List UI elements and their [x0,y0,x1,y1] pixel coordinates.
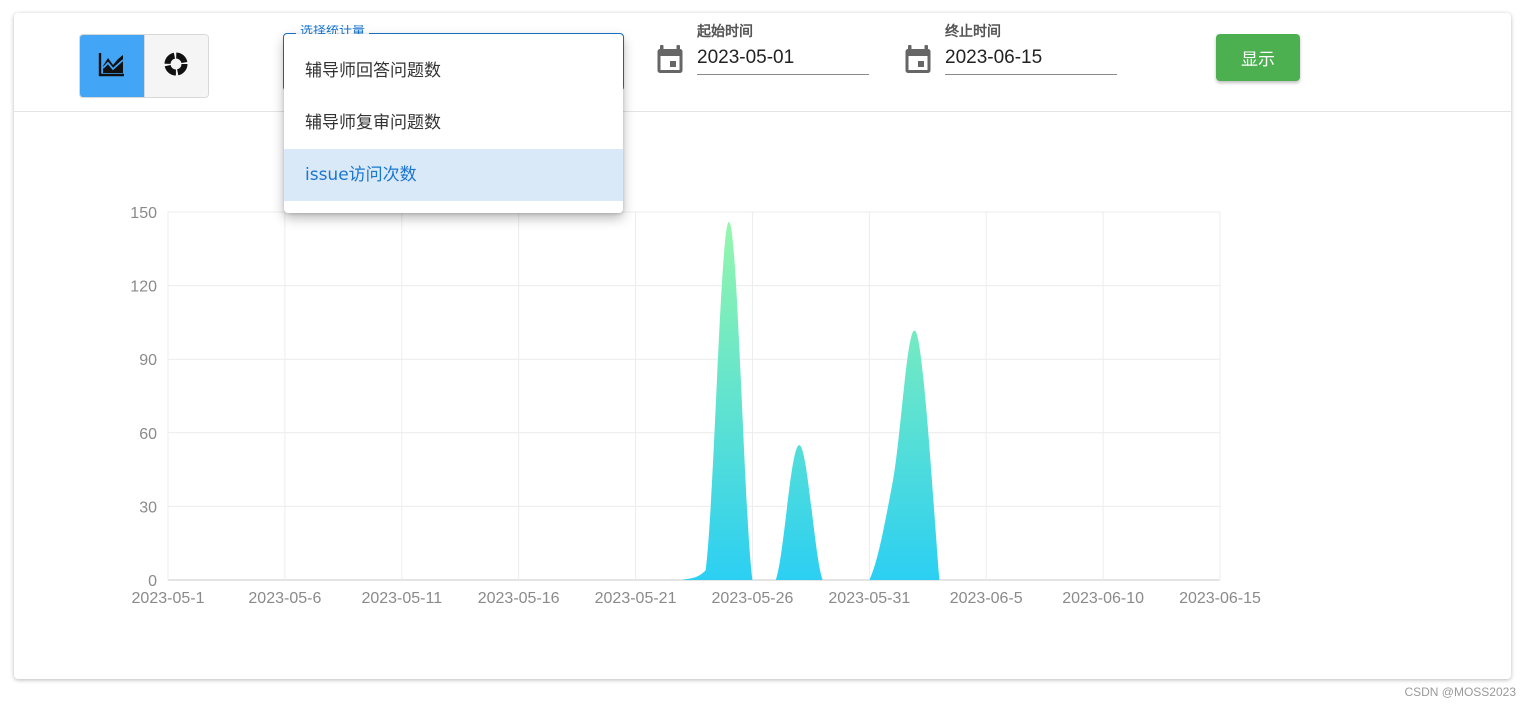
calendar-icon[interactable] [904,45,932,79]
end-date-label: 终止时间 [945,24,1001,40]
end-date-input[interactable]: 2023-06-15 [945,46,1117,75]
stat-dropdown-menu: 辅导师回答问题数 辅导师复审问题数 issue访问次数 [284,34,623,213]
donut-chart-button[interactable] [143,35,208,97]
chart-type-toggle [79,34,209,98]
start-date-field[interactable]: 起始时间 2023-05-01 [656,21,886,91]
end-date-field[interactable]: 终止时间 2023-06-15 [904,21,1134,91]
toolbar: 选择统计量 起始时间 2023-05-01 终止时间 2023-06-15 显示 [14,13,1511,112]
dropdown-item-reviews[interactable]: 辅导师复审问题数 [284,97,623,149]
watermark: CSDN @MOSS2023 [1404,685,1516,699]
start-date-label: 起始时间 [697,24,753,40]
show-button[interactable]: 显示 [1216,34,1300,81]
dropdown-item-issue-visits[interactable]: issue访问次数 [284,149,623,201]
start-date-input[interactable]: 2023-05-01 [697,46,869,75]
donut-chart-icon [163,51,189,81]
dropdown-item-answers[interactable]: 辅导师回答问题数 [284,45,623,97]
calendar-icon[interactable] [656,45,684,79]
area-chart-icon [98,51,126,81]
stat-select-label: 选择统计量 [296,25,370,34]
stats-card: 选择统计量 起始时间 2023-05-01 终止时间 2023-06-15 显示 [14,13,1511,679]
area-chart-button[interactable] [80,35,144,97]
